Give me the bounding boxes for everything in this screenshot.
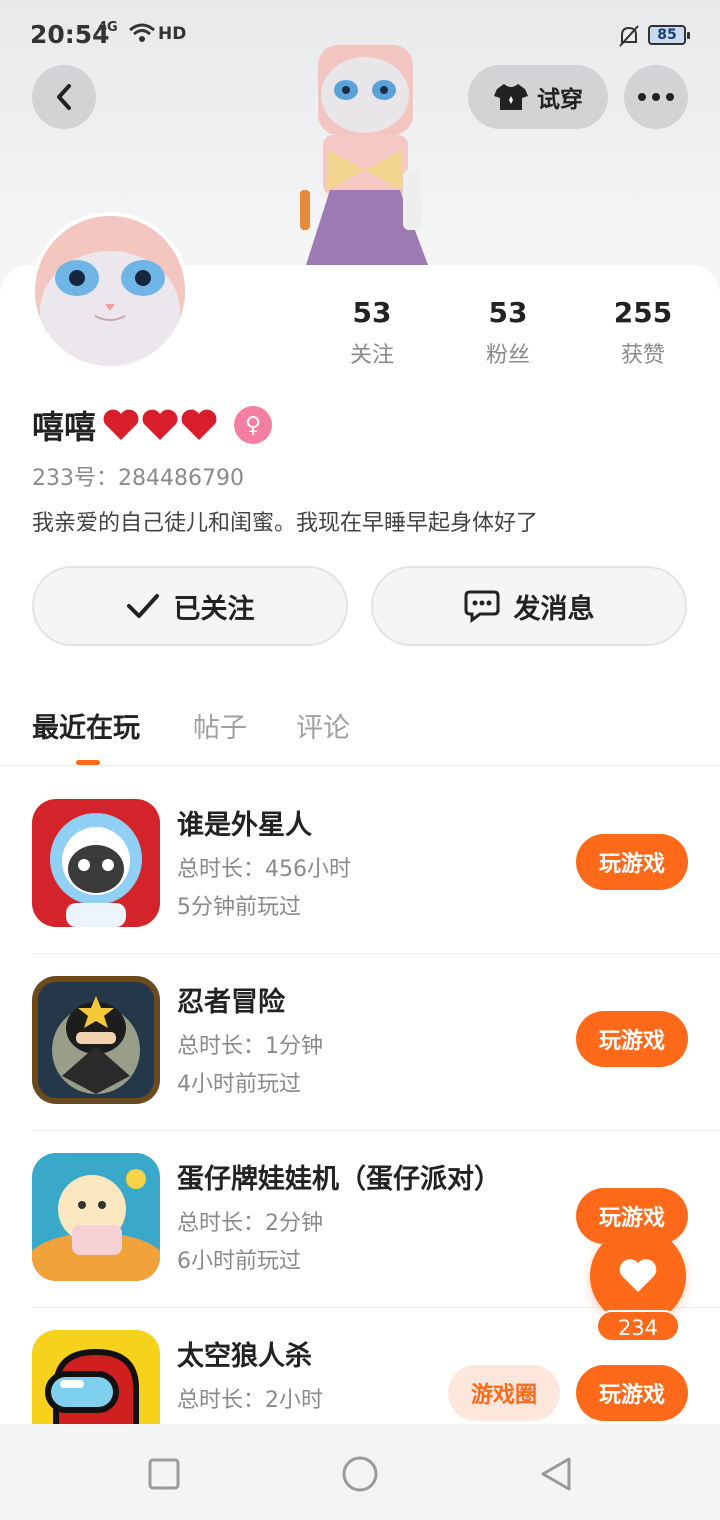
heart-icon [619, 1259, 657, 1292]
game-icon-who-is-alien [32, 799, 160, 927]
try-on-label: 试穿 [537, 87, 583, 113]
play-game-button[interactable]: 玩游戏 [576, 1011, 688, 1067]
stat-followers[interactable]: 53 粉丝 [453, 296, 563, 369]
play-game-button[interactable]: 玩游戏 [576, 834, 688, 890]
game-icon-eggy-claw-machine [32, 1153, 160, 1281]
bell-muted-icon [619, 25, 639, 47]
female-gender-icon: ♀ [234, 406, 273, 444]
play-game-button[interactable]: 玩游戏 [576, 1365, 688, 1421]
stat-likes-count: 255 [613, 296, 673, 329]
user-name: 嘻嘻 [32, 408, 97, 446]
tshirt-icon [494, 84, 528, 110]
more-options-button[interactable] [624, 65, 688, 129]
battery-indicator: 85 [648, 25, 690, 45]
send-message-button[interactable]: 发消息 [371, 566, 687, 646]
list-item[interactable]: 谁是外星人 总时长：456小时 5分钟前玩过 玩游戏 [0, 777, 720, 954]
game-duration: 总时长：1分钟 [177, 1034, 323, 1059]
content-tabs: 最近在玩 帖子 评论 [0, 690, 720, 766]
try-on-button[interactable]: 试穿 [468, 65, 608, 129]
follow-button[interactable]: 已关注 [32, 566, 348, 646]
home-button[interactable] [338, 1452, 382, 1496]
list-item[interactable]: 忍者冒险 总时长：1分钟 4小时前玩过 玩游戏 [0, 954, 720, 1131]
send-message-label: 发消息 [513, 593, 595, 625]
tab-recently-played[interactable]: 最近在玩 [32, 706, 140, 745]
game-last-played: 4小时前玩过 [177, 1072, 301, 1097]
wifi-icon [129, 23, 155, 42]
user-bio: 我亲爱的自己徒儿和闺蜜。我现在早睡早起身体好了 [32, 511, 539, 536]
game-duration: 总时长：2分钟 [177, 1211, 323, 1236]
user-name-row: 嘻嘻 ♀ [32, 400, 273, 450]
heart-icon [103, 409, 217, 440]
game-circle-button[interactable]: 游戏圈 [448, 1365, 560, 1421]
chat-bubble-icon [464, 590, 499, 623]
circle-icon [342, 1456, 378, 1492]
network-indicator: 4G [98, 20, 118, 35]
game-duration: 总时长：2小时 [177, 1388, 323, 1413]
like-count: 234 [596, 1310, 680, 1342]
game-title: 忍者冒险 [177, 987, 285, 1018]
game-last-played: 5分钟前玩过 [177, 895, 301, 920]
stat-followers-count: 53 [488, 296, 528, 329]
stat-following-count: 53 [352, 296, 392, 329]
game-title: 太空狼人杀 [177, 1341, 312, 1372]
tab-comments[interactable]: 评论 [296, 706, 350, 745]
back-button[interactable] [32, 65, 96, 129]
more-dots-icon [638, 93, 674, 101]
stat-followers-label: 粉丝 [485, 343, 530, 368]
stat-following[interactable]: 53 关注 [317, 296, 427, 369]
back-nav-button[interactable] [534, 1452, 578, 1496]
tab-active-indicator [76, 760, 100, 765]
check-icon [126, 594, 159, 618]
stat-following-label: 关注 [349, 343, 394, 368]
game-title: 谁是外星人 [177, 810, 312, 841]
chevron-left-icon [57, 84, 71, 110]
avatar[interactable] [31, 212, 189, 370]
recent-apps-button[interactable] [142, 1452, 186, 1496]
status-bar: 20:54 4G HD 85 [0, 0, 720, 72]
square-icon [148, 1458, 180, 1490]
stat-likes-label: 获赞 [620, 343, 665, 368]
avatar-image [35, 216, 185, 366]
hd-indicator: HD [158, 24, 187, 44]
stat-likes[interactable]: 255 获赞 [588, 296, 698, 369]
character-avatar-figure [300, 45, 428, 265]
game-duration: 总时长：456小时 [177, 857, 351, 882]
triangle-back-icon [541, 1457, 571, 1491]
user-id: 233号：284486790 [32, 466, 244, 491]
game-title: 蛋仔牌娃娃机（蛋仔派对） [177, 1164, 501, 1195]
game-last-played: 6小时前玩过 [177, 1249, 301, 1274]
tab-posts[interactable]: 帖子 [193, 706, 247, 745]
system-navigation-bar [0, 1424, 720, 1520]
follow-label: 已关注 [173, 593, 255, 625]
game-icon-ninja-adventure [32, 976, 160, 1104]
